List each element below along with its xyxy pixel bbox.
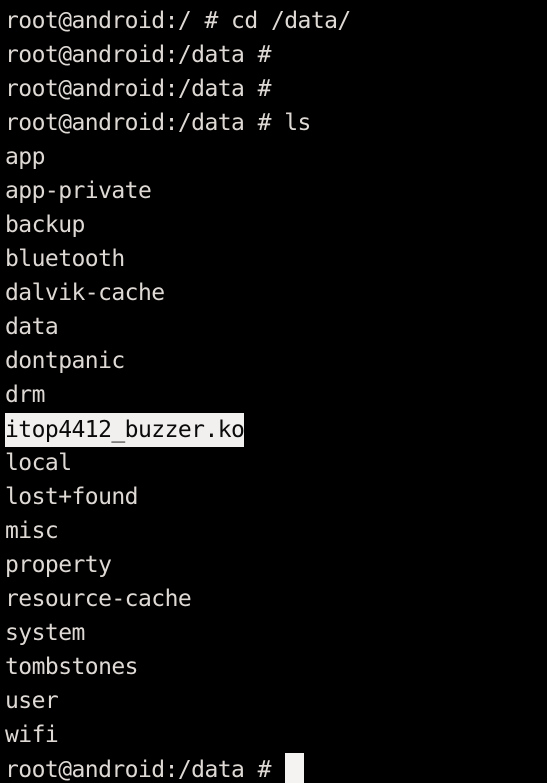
terminal-line-text: misc: [5, 518, 59, 544]
terminal-line-text: app: [5, 144, 45, 170]
terminal-line-text: tombstones: [5, 654, 139, 680]
terminal-line: wifi: [5, 718, 547, 752]
terminal-line-selected: itop4412_buzzer.ko: [5, 413, 245, 447]
terminal-line-text: user: [5, 688, 59, 714]
terminal-last-prompt-line: root@android:/data #: [5, 752, 547, 783]
terminal-line-text: root@android:/data #: [5, 76, 272, 102]
terminal-line-text: dalvik-cache: [5, 280, 165, 306]
terminal-screen[interactable]: root@android:/ # cd /data/root@android:/…: [0, 0, 547, 783]
terminal-line-text: property: [5, 552, 112, 578]
terminal-line-text: resource-cache: [5, 586, 192, 612]
terminal-line: tombstones: [5, 650, 547, 684]
terminal-line-text: lost+found: [5, 484, 139, 510]
terminal-line: misc: [5, 514, 547, 548]
terminal-line: resource-cache: [5, 582, 547, 616]
terminal-line-text: app-private: [5, 178, 152, 204]
terminal-output: root@android:/ # cd /data/root@android:/…: [5, 4, 547, 752]
terminal-line: data: [5, 310, 547, 344]
terminal-line-text: system: [5, 620, 85, 646]
terminal-line: root@android:/data # ls: [5, 106, 547, 140]
terminal-line-text: bluetooth: [5, 246, 125, 272]
terminal-line: bluetooth: [5, 242, 547, 276]
terminal-line: dontpanic: [5, 344, 547, 378]
terminal-line: system: [5, 616, 547, 650]
terminal-line-text: root@android:/data # ls: [5, 110, 311, 136]
terminal-line: root@android:/data #: [5, 72, 547, 106]
terminal-line-text: wifi: [5, 722, 59, 748]
terminal-line: drm: [5, 378, 547, 412]
terminal-line: itop4412_buzzer.ko: [5, 412, 547, 447]
terminal-line-text: backup: [5, 212, 85, 238]
terminal-line: property: [5, 548, 547, 582]
terminal-line-text: data: [5, 314, 59, 340]
terminal-line-text: root@android:/data #: [5, 42, 272, 68]
terminal-line: user: [5, 684, 547, 718]
terminal-line-text: local: [5, 450, 72, 476]
terminal-line: backup: [5, 208, 547, 242]
terminal-prompt-text: root@android:/data #: [5, 757, 285, 783]
terminal-line: app: [5, 140, 547, 174]
terminal-line: app-private: [5, 174, 547, 208]
terminal-line: local: [5, 446, 547, 480]
terminal-line: dalvik-cache: [5, 276, 547, 310]
terminal-line-text: root@android:/ # cd /data/: [5, 8, 351, 34]
terminal-line: root@android:/ # cd /data/: [5, 4, 547, 38]
terminal-cursor: [285, 753, 305, 783]
terminal-line: root@android:/data #: [5, 38, 547, 72]
terminal-line: lost+found: [5, 480, 547, 514]
terminal-line-text: dontpanic: [5, 348, 125, 374]
terminal-line-text: drm: [5, 382, 45, 408]
